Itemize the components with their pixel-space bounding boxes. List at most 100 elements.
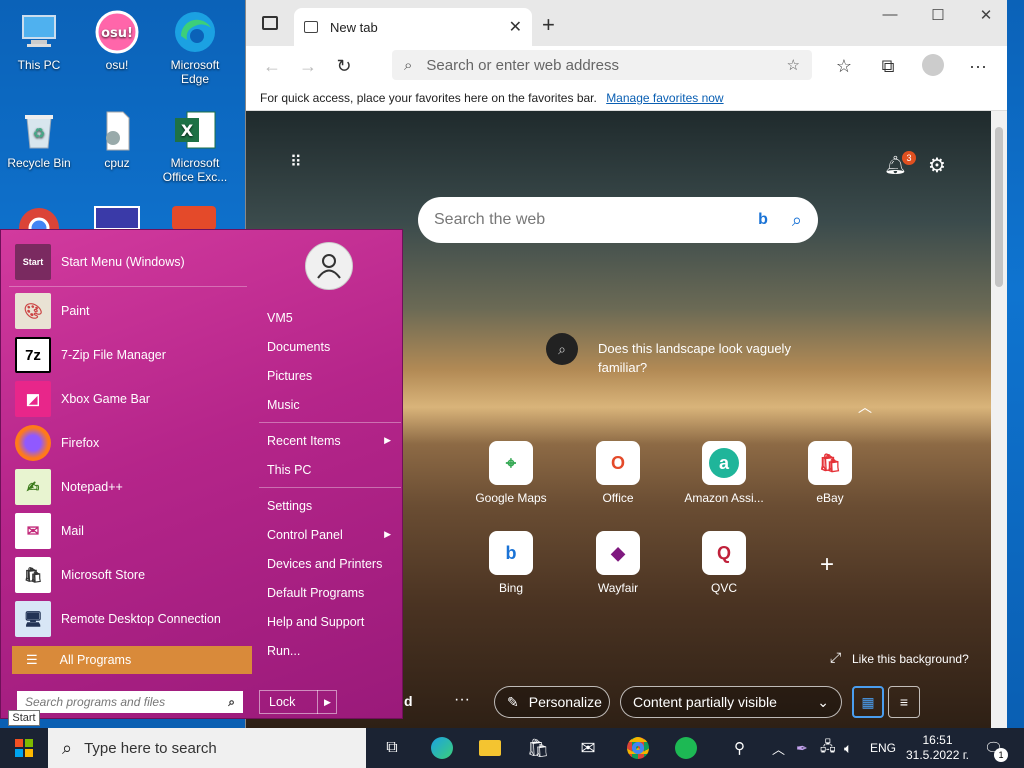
- clock[interactable]: 16:51 31.5.2022 г.: [906, 728, 969, 768]
- chrome-desktop-icon[interactable]: [17, 206, 61, 230]
- close-tab-icon[interactable]: ✕: [509, 17, 522, 37]
- all-programs-button[interactable]: ☰ All Programs: [12, 646, 252, 674]
- volume-icon[interactable]: 🔈︎: [844, 728, 852, 768]
- people-icon[interactable]: ⚲: [734, 728, 745, 768]
- start-link-control-panel[interactable]: Control Panel ▶: [259, 520, 401, 549]
- quicklink-tile[interactable]: ⌖ Google Maps: [461, 441, 561, 505]
- start-link-user[interactable]: VM5: [259, 303, 401, 332]
- power-options-arrow-icon[interactable]: ▶: [317, 690, 337, 714]
- chrome-taskbar-icon[interactable]: [618, 732, 658, 764]
- start-link-recent-items[interactable]: Recent Items ▶: [259, 426, 401, 455]
- mail-taskbar-icon[interactable]: ✉: [568, 732, 608, 764]
- expand-background-icon[interactable]: ⤢: [830, 649, 841, 666]
- apps-grid-icon[interactable]: ⠿: [290, 155, 303, 171]
- task-view-icon[interactable]: ⧉: [372, 732, 412, 764]
- app-desktop-icon[interactable]: [94, 206, 140, 230]
- start-item-store[interactable]: 🛍︎ Microsoft Store: [9, 553, 247, 597]
- list-layout-icon[interactable]: ≡: [888, 686, 920, 718]
- start-link-help-support[interactable]: Help and Support: [259, 607, 401, 636]
- address-bar[interactable]: ⌕ Search or enter web address ☆: [392, 50, 812, 80]
- settings-gear-icon[interactable]: ⚙: [928, 153, 946, 178]
- collapse-chevron-icon[interactable]: ︿: [858, 397, 872, 417]
- tab-actions-icon[interactable]: [262, 16, 278, 30]
- image-info-icon[interactable]: ⌕: [546, 333, 578, 365]
- collections-icon[interactable]: ⧉: [870, 50, 906, 82]
- start-link-music[interactable]: Music: [259, 390, 401, 419]
- start-item-notepadpp[interactable]: ✍︎ Notepad++: [9, 465, 247, 509]
- desktop-icon-edge[interactable]: Microsoft Edge: [156, 10, 234, 86]
- tab-bar: New tab ✕ + — ☐ ✕: [246, 0, 1007, 46]
- start-link-this-pc[interactable]: This PC: [259, 455, 401, 484]
- feed-label[interactable]: d: [404, 693, 413, 709]
- start-item-mail[interactable]: ✉ Mail: [9, 509, 247, 553]
- desktop-icon-osu[interactable]: osu! osu!: [78, 10, 156, 72]
- search-icon: ⌕: [62, 737, 73, 758]
- start-link-settings[interactable]: Settings: [259, 491, 401, 520]
- desktop-icon-cpuz[interactable]: cpuz: [78, 108, 156, 170]
- personalize-button[interactable]: ✎ Personalize: [494, 686, 610, 718]
- start-link-default-programs[interactable]: Default Programs: [259, 578, 401, 607]
- quicklink-tile[interactable]: O Office: [568, 441, 668, 505]
- content-visibility-dropdown[interactable]: Content partially visible ⌄: [620, 686, 842, 718]
- network-icon[interactable]: 🖧︎: [820, 728, 836, 768]
- add-shortcut-icon[interactable]: +: [820, 551, 834, 579]
- scrollbar[interactable]: [991, 111, 1007, 728]
- more-options-icon[interactable]: ···: [454, 691, 470, 709]
- tab-new-tab[interactable]: New tab ✕: [294, 8, 532, 46]
- desktop-icon-label: Microsoft Edge: [170, 58, 220, 86]
- language-indicator[interactable]: ENG: [870, 728, 896, 768]
- manage-favorites-link[interactable]: Manage favorites now: [606, 91, 723, 105]
- more-options-icon[interactable]: ···: [960, 50, 996, 82]
- taskbar-search-input[interactable]: ⌕ Type here to search: [48, 728, 366, 768]
- quicklink-tile[interactable]: a Amazon Assi...: [674, 441, 774, 505]
- start-item-paint[interactable]: 🎨︎ Paint: [9, 289, 247, 333]
- favorites-icon[interactable]: ☆: [826, 50, 862, 82]
- scrollbar-thumb[interactable]: [995, 127, 1003, 287]
- start-item-7zip[interactable]: 7z 7-Zip File Manager: [9, 333, 247, 377]
- start-link-run[interactable]: Run...: [259, 636, 401, 665]
- quicklink-tile[interactable]: Q QVC: [674, 531, 774, 595]
- start-link-documents[interactable]: Documents: [259, 332, 401, 361]
- grid-layout-icon[interactable]: ▦: [852, 686, 884, 718]
- quicklink-tile[interactable]: ◆ Wayfair: [568, 531, 668, 595]
- start-link-devices-printers[interactable]: Devices and Printers: [259, 549, 401, 578]
- image-prompt[interactable]: Does this landscape look vaguely familia…: [598, 339, 828, 377]
- start-button[interactable]: [0, 728, 48, 768]
- start-link-pictures[interactable]: Pictures: [259, 361, 401, 390]
- add-favorite-icon[interactable]: ☆: [787, 56, 800, 74]
- edge-taskbar-icon[interactable]: [422, 732, 462, 764]
- spotify-taskbar-icon[interactable]: [666, 732, 706, 764]
- like-background-label[interactable]: Like this background?: [852, 652, 969, 666]
- start-item-firefox[interactable]: Firefox: [9, 421, 247, 465]
- quicklink-tile[interactable]: b Bing: [461, 531, 561, 595]
- quicklink-tile[interactable]: 🛍︎ eBay: [780, 441, 880, 505]
- start-item-label: Xbox Game Bar: [61, 392, 150, 406]
- refresh-button[interactable]: ↻: [326, 50, 362, 82]
- desktop-icon-this-pc[interactable]: This PC: [0, 10, 78, 72]
- start-search-placeholder: Search programs and files: [25, 695, 166, 709]
- start-search-input[interactable]: Search programs and files ⌕: [17, 691, 243, 713]
- start-item-xbox[interactable]: ◩ Xbox Game Bar: [9, 377, 247, 421]
- profile-avatar[interactable]: [922, 54, 944, 76]
- new-tab-button[interactable]: +: [542, 12, 555, 38]
- pen-icon[interactable]: ✒︎: [796, 728, 808, 768]
- file-explorer-icon[interactable]: [470, 732, 510, 764]
- back-button[interactable]: ←: [254, 50, 290, 82]
- store-taskbar-icon[interactable]: 🛍︎: [518, 732, 558, 764]
- desktop-icon-excel[interactable]: X Microsoft Office Exc...: [156, 108, 234, 184]
- user-avatar[interactable]: [305, 242, 353, 290]
- start-item-start-menu[interactable]: Start Start Menu (Windows): [9, 240, 247, 284]
- show-hidden-icons-chevron[interactable]: ︿: [772, 728, 785, 768]
- desktop-icon-recycle-bin[interactable]: ♻ Recycle Bin: [0, 108, 78, 170]
- search-icon[interactable]: ⌕: [792, 210, 802, 231]
- office-desktop-icon[interactable]: [172, 206, 216, 230]
- forward-button[interactable]: →: [290, 50, 326, 82]
- start-item-remote-desktop[interactable]: 🖥︎ Remote Desktop Connection: [9, 597, 247, 641]
- web-search-box[interactable]: Search the web b ⌕: [418, 197, 818, 243]
- maximize-button[interactable]: ☐: [918, 6, 958, 28]
- tile-label: Office: [602, 491, 634, 505]
- minimize-button[interactable]: —: [870, 6, 910, 28]
- xbox-icon: ◩: [15, 381, 51, 417]
- close-window-button[interactable]: ✕: [966, 6, 1006, 28]
- svg-text:osu!: osu!: [101, 26, 133, 41]
